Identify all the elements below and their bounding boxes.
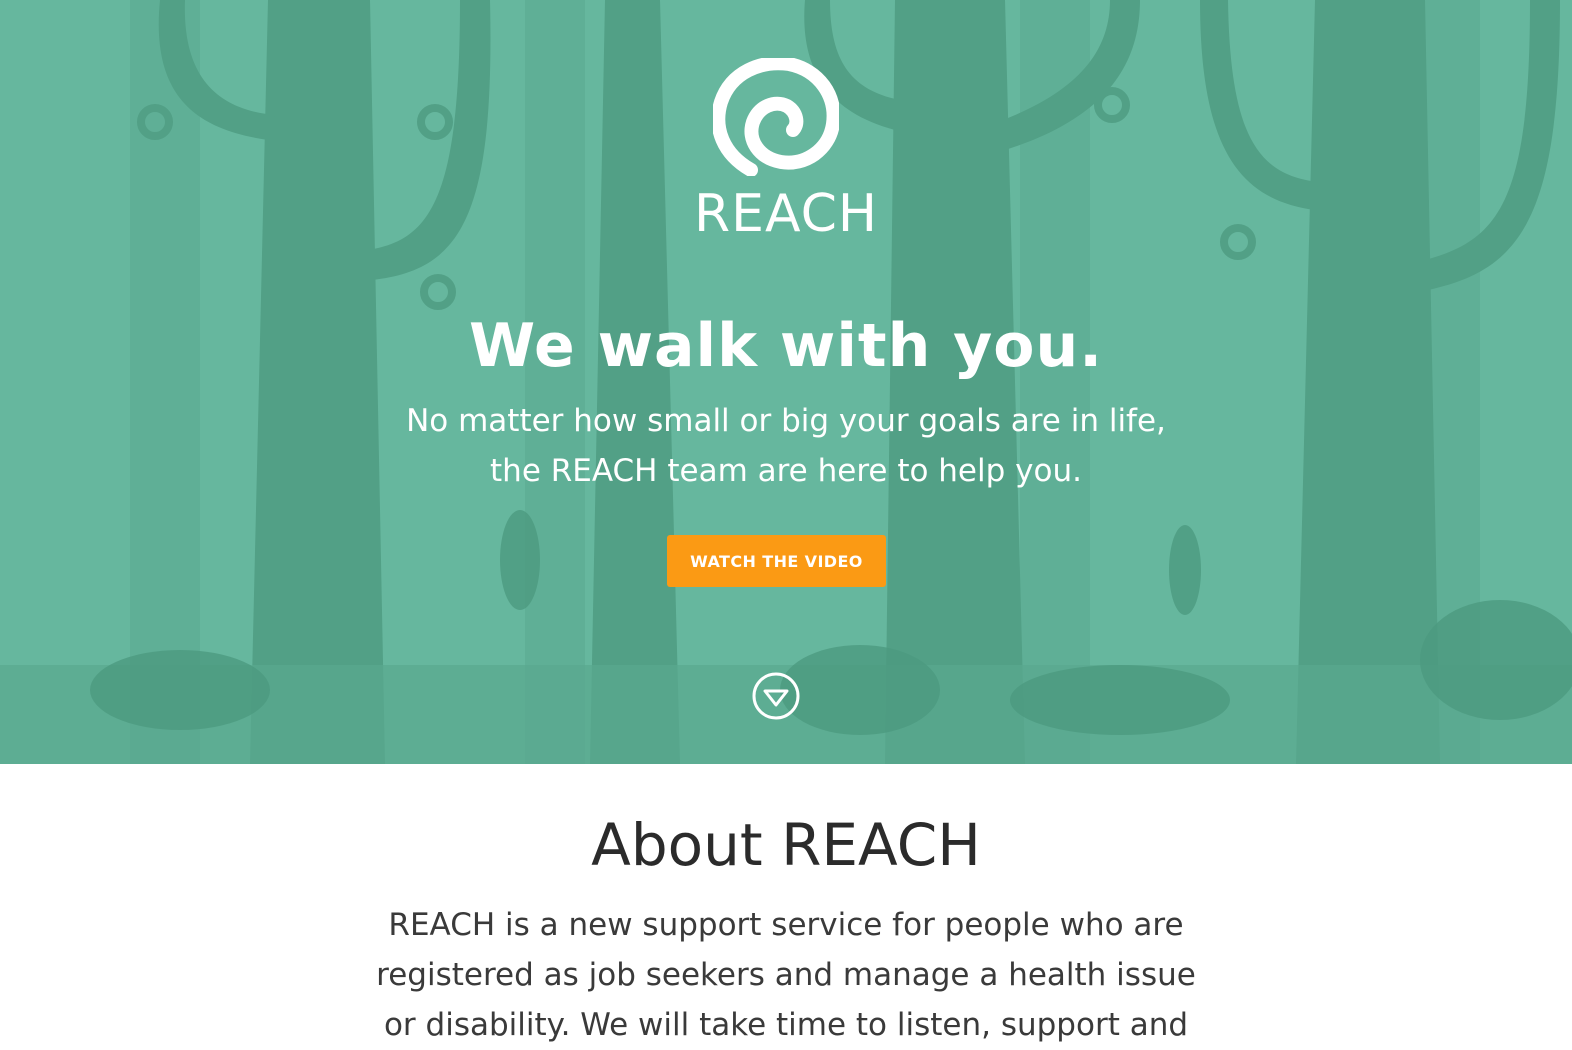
spiral-icon (713, 58, 839, 176)
hero-subline-line-2: the REACH team are here to help you. (490, 453, 1082, 489)
about-section: About REACH REACH is a new support servi… (0, 764, 1572, 1048)
chevron-down-circle-icon[interactable] (751, 671, 801, 721)
about-body-line-1: REACH is a new support service for peopl… (388, 907, 1184, 943)
hero-subline: No matter how small or big your goals ar… (0, 396, 1572, 496)
hero-section: REACH We walk with you. No matter how sm… (0, 0, 1572, 764)
brand-logo-text: REACH (693, 184, 879, 244)
about-body: REACH is a new support service for peopl… (0, 900, 1572, 1050)
hero-subline-line-1: No matter how small or big your goals ar… (406, 403, 1166, 439)
about-body-line-2: registered as job seekers and manage a h… (376, 957, 1196, 993)
hero-content: REACH We walk with you. No matter how sm… (0, 0, 1572, 764)
hero-headline: We walk with you. (468, 311, 1104, 381)
about-body-line-3: or disability. We will take time to list… (383, 1007, 1189, 1043)
about-title: About REACH (591, 811, 981, 879)
watch-video-button[interactable]: WATCH THE VIDEO (667, 535, 886, 587)
